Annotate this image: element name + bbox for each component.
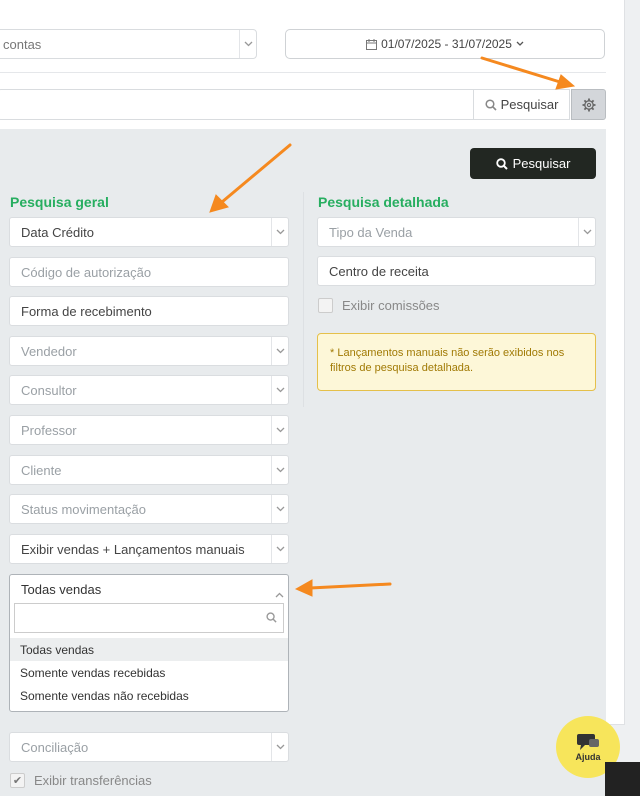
search-button[interactable]: Pesquisar [473, 90, 569, 119]
search-button-label: Pesquisar [500, 97, 559, 112]
chevron-down-icon [271, 495, 288, 523]
client-select[interactable]: Cliente [9, 455, 289, 485]
chevron-down-icon [271, 337, 288, 365]
field-label: Status movimentação [21, 502, 147, 517]
show-transfers-label: Exibir transferências [34, 773, 152, 788]
seller-select[interactable]: Vendedor [9, 336, 289, 366]
search-icon [266, 612, 277, 623]
dropdown-option[interactable]: Somente vendas recebidas [10, 661, 288, 684]
check-icon: ✔ [10, 773, 25, 788]
detailed-search-title: Pesquisa detalhada [318, 194, 449, 210]
chevron-down-icon [271, 456, 288, 484]
chevron-down-icon [578, 218, 595, 246]
field-label: Data Crédito [21, 225, 94, 240]
dropdown-header[interactable]: Todas vendas [10, 575, 288, 603]
show-transfers-checkbox[interactable]: ✔ Exibir transferências [10, 773, 152, 788]
date-range-button[interactable]: 01/07/2025 - 31/07/2025 [285, 29, 605, 59]
settings-button[interactable] [571, 89, 606, 120]
chevron-down-icon [271, 535, 288, 563]
info-note: * Lançamentos manuais não serão exibidos… [317, 333, 596, 391]
account-select[interactable]: contas [0, 29, 257, 59]
dropdown-option[interactable]: Todas vendas [10, 638, 288, 661]
chevron-down-icon [271, 416, 288, 444]
column-divider [303, 192, 304, 407]
date-credit-select[interactable]: Data Crédito [9, 217, 289, 247]
dropdown-search-input[interactable] [14, 603, 284, 633]
chevron-down-icon [271, 733, 288, 761]
professor-select[interactable]: Professor [9, 415, 289, 445]
field-label: Consultor [21, 383, 77, 398]
chevron-down-icon [516, 41, 524, 46]
option-label: Somente vendas recebidas [20, 666, 166, 680]
checkbox-box [318, 298, 333, 313]
help-label: Ajuda [575, 752, 601, 762]
reconciliation-select[interactable]: Conciliação [9, 732, 289, 762]
search-bar[interactable]: Pesquisar [0, 89, 570, 120]
chevron-up-icon [275, 585, 284, 603]
authorization-code-input[interactable]: Código de autorização [9, 257, 289, 287]
field-label: Cliente [21, 463, 62, 478]
panel-search-button[interactable]: Pesquisar [470, 148, 596, 179]
gear-icon [582, 98, 595, 111]
date-range-label: 01/07/2025 - 31/07/2025 [381, 37, 512, 51]
search-icon [495, 157, 508, 170]
search-icon [485, 98, 497, 111]
show-commissions-checkbox[interactable]: Exibir comissões [318, 298, 440, 313]
option-label: Todas vendas [20, 643, 95, 657]
sales-display-select[interactable]: Exibir vendas + Lançamentos manuais [9, 534, 289, 564]
sale-type-select[interactable]: Tipo da Venda [317, 217, 596, 247]
field-label: Tipo da Venda [329, 225, 413, 240]
calendar-icon [366, 38, 378, 50]
chevron-down-icon [239, 30, 256, 58]
general-search-title: Pesquisa geral [10, 194, 109, 210]
dropdown-selected-value: Todas vendas [21, 582, 102, 597]
chevron-down-icon [271, 376, 288, 404]
movement-status-select[interactable]: Status movimentação [9, 494, 289, 524]
sales-status-dropdown[interactable]: Todas vendas Todas vendas Somente vendas… [9, 574, 289, 712]
field-label: Vendedor [21, 344, 77, 359]
consultant-select[interactable]: Consultor [9, 375, 289, 405]
panel-search-button-label: Pesquisar [512, 156, 571, 171]
revenue-center-input[interactable]: Centro de receita [317, 256, 596, 286]
field-label: Professor [21, 423, 77, 438]
show-commissions-label: Exibir comissões [342, 298, 440, 313]
payment-method-input[interactable]: Forma de recebimento [9, 296, 289, 326]
chat-bubble-icon [577, 734, 599, 750]
field-label: Conciliação [21, 740, 89, 755]
field-placeholder: Código de autorização [21, 265, 152, 280]
chevron-down-icon [271, 218, 288, 246]
field-label: Exibir vendas + Lançamentos manuais [21, 542, 245, 557]
dropdown-option[interactable]: Somente vendas não recebidas [10, 684, 288, 707]
field-placeholder: Centro de receita [329, 264, 429, 279]
divider [0, 72, 606, 73]
option-label: Somente vendas não recebidas [20, 689, 189, 703]
corner-widget [605, 762, 640, 796]
account-select-label: contas [3, 37, 42, 52]
field-placeholder: Forma de recebimento [21, 304, 152, 319]
